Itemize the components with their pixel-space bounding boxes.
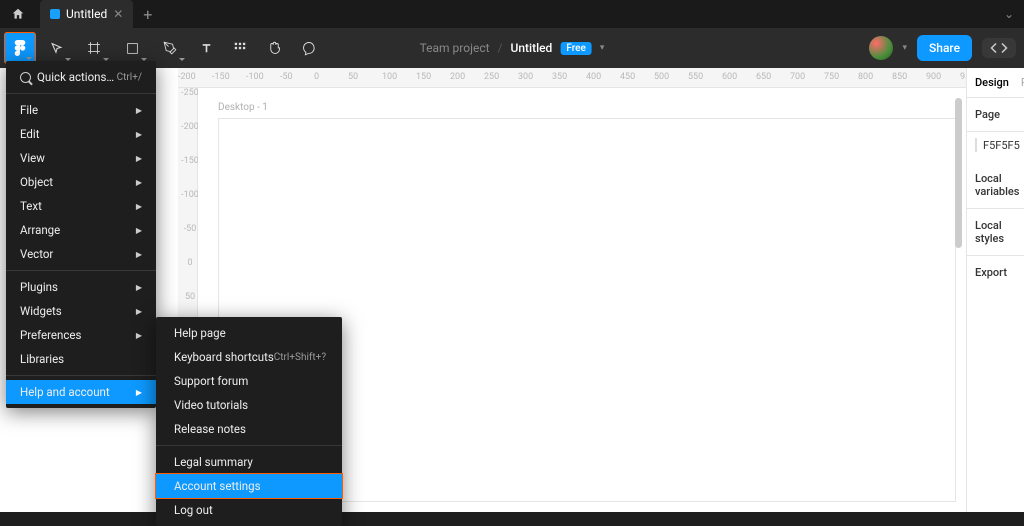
shape-tool[interactable]	[114, 32, 150, 64]
tab-title: Untitled	[66, 7, 107, 21]
submenu-keyboard-shortcuts[interactable]: Keyboard shortcutsCtrl+Shift+?	[156, 345, 342, 369]
dev-mode-toggle[interactable]	[982, 38, 1016, 58]
menu-text[interactable]: Text▶	[6, 194, 156, 218]
chevron-right-icon: ▶	[136, 106, 142, 115]
section-local-variables[interactable]: Local variables	[967, 162, 1024, 209]
menu-plugins[interactable]: Plugins▶	[6, 275, 156, 299]
main-menu-button[interactable]	[4, 32, 36, 64]
file-title: Untitled	[510, 41, 552, 55]
submenu-release-notes[interactable]: Release notes	[156, 417, 342, 441]
document-tab[interactable]: Untitled ✕	[40, 0, 133, 28]
move-tool[interactable]	[38, 32, 74, 64]
menu-help-account[interactable]: Help and account ▶	[6, 380, 156, 404]
close-tab-icon[interactable]: ✕	[113, 7, 123, 21]
share-button[interactable]: Share	[917, 35, 972, 61]
right-panel: Design Prototype Page F5F5F5 Local varia…	[966, 68, 1024, 512]
section-local-styles[interactable]: Local styles	[967, 209, 1024, 256]
search-icon	[20, 72, 31, 83]
chevron-right-icon: ▶	[136, 226, 142, 235]
ruler-horizontal: -200-150-100-500501001502002503003504004…	[178, 68, 966, 88]
menu-arrange[interactable]: Arrange▶	[6, 218, 156, 242]
pen-tool[interactable]	[152, 32, 188, 64]
scrollbar-vertical[interactable]	[955, 98, 962, 248]
menu-file[interactable]: File▶	[6, 98, 156, 122]
submenu-account-settings[interactable]: Account settings	[156, 474, 342, 498]
text-tool[interactable]	[190, 32, 222, 64]
comment-tool[interactable]	[292, 32, 324, 64]
chevron-right-icon: ▶	[136, 307, 142, 316]
chevron-down-icon[interactable]: ▾	[600, 43, 605, 53]
chevron-right-icon: ▶	[136, 388, 142, 397]
submenu-help-page[interactable]: Help page	[156, 321, 342, 345]
resources-tool[interactable]	[224, 32, 256, 64]
submenu-support-forum[interactable]: Support forum	[156, 369, 342, 393]
submenu-log-out[interactable]: Log out	[156, 498, 342, 522]
menu-view[interactable]: View▶	[6, 146, 156, 170]
avatar[interactable]	[869, 36, 893, 60]
menu-edit[interactable]: Edit▶	[6, 122, 156, 146]
main-menu-dropdown: Quick actions… Ctrl+/ File▶Edit▶View▶Obj…	[6, 61, 156, 408]
avatar-caret[interactable]: ▾	[903, 43, 908, 53]
color-swatch[interactable]	[975, 138, 977, 152]
menu-vector[interactable]: Vector▶	[6, 242, 156, 266]
chevron-right-icon: ▶	[136, 331, 142, 340]
chevron-right-icon: ▶	[136, 178, 142, 187]
window-caret-icon[interactable]: ⌄	[1004, 7, 1014, 21]
menu-object[interactable]: Object▶	[6, 170, 156, 194]
project-name: Team project	[420, 41, 490, 55]
hand-tool[interactable]	[258, 32, 290, 64]
page-background-row[interactable]: F5F5F5	[967, 132, 1024, 162]
frame-tool[interactable]	[76, 32, 112, 64]
figma-mini-icon	[50, 9, 60, 19]
section-export[interactable]: Export	[967, 256, 1024, 289]
submenu-legal-summary[interactable]: Legal summary	[156, 450, 342, 474]
home-button[interactable]	[4, 0, 32, 28]
menu-quick-actions[interactable]: Quick actions… Ctrl+/	[6, 65, 156, 89]
frame-label: Desktop - 1	[218, 102, 268, 113]
add-tab-button[interactable]: +	[143, 5, 152, 24]
chevron-right-icon: ▶	[136, 250, 142, 259]
chevron-right-icon: ▶	[136, 154, 142, 163]
menu-preferences[interactable]: Preferences▶	[6, 323, 156, 347]
chevron-right-icon: ▶	[136, 202, 142, 211]
plan-badge: Free	[560, 42, 592, 55]
chevron-right-icon: ▶	[136, 130, 142, 139]
submenu-video-tutorials[interactable]: Video tutorials	[156, 393, 342, 417]
breadcrumb[interactable]: Team project / Untitled Free ▾	[420, 41, 605, 55]
help-account-submenu: Help pageKeyboard shortcutsCtrl+Shift+?S…	[156, 317, 342, 526]
menu-libraries[interactable]: Libraries	[6, 347, 156, 371]
tab-design[interactable]: Design	[975, 76, 1009, 89]
chevron-right-icon: ▶	[136, 283, 142, 292]
menu-widgets[interactable]: Widgets▶	[6, 299, 156, 323]
section-page: Page	[967, 98, 1024, 132]
